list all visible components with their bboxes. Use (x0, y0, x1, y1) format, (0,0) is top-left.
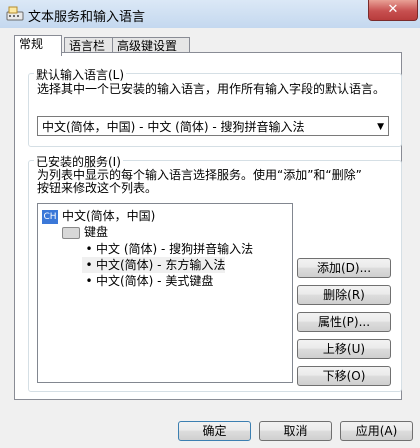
close-button[interactable]: ✕ (368, 0, 418, 21)
bullet-icon: • (85, 274, 93, 288)
bullet-icon: • (85, 242, 93, 256)
title-bar: 文本服务和输入语言 ✕ (0, 0, 420, 28)
tree-item-label: 中文(简体) - 东方输入法 (96, 258, 226, 272)
installed-services-tree[interactable]: CH 中文(简体，中国) 键盘 • 中文 (简体) - 搜狗拼音输入法 • 中文(简体… (37, 203, 293, 383)
chevron-down-icon: ▼ (377, 122, 384, 132)
bullet-icon: • (85, 258, 93, 272)
chinese-language-icon: CH (42, 209, 58, 224)
tree-item-dongfang[interactable]: • 中文(简体) - 东方输入法 (82, 257, 226, 273)
default-language-dropdown[interactable]: 中文(简体，中国) - 中文 (简体) - 搜狗拼音输入法 ▼ (37, 116, 389, 136)
dialog-window: 文本服务和输入语言 ✕ 常规 语言栏 高级键设置 默认输入语言(L) 选择其中一… (0, 0, 420, 448)
properties-button[interactable]: 属性(P)... (297, 312, 391, 332)
tree-keyboard-node[interactable]: 键盘 (62, 224, 108, 240)
cancel-button[interactable]: 取消 (259, 421, 332, 441)
tab-general[interactable]: 常规 (14, 35, 62, 56)
installed-services-description-1: 为列表中显示的每个输入语言选择服务。使用“添加”和“删除” (37, 168, 362, 182)
ok-button[interactable]: 确定 (178, 421, 251, 441)
move-up-button[interactable]: 上移(U) (297, 339, 391, 359)
tree-item-label: 中文 (简体) - 搜狗拼音输入法 (96, 242, 254, 256)
remove-button[interactable]: 删除(R) (297, 285, 391, 305)
tree-item-us-keyboard[interactable]: • 中文(简体) - 美式键盘 (82, 273, 213, 289)
tree-language-label: 中文(简体，中国) (62, 209, 156, 223)
default-language-selected: 中文(简体，中国) - 中文 (简体) - 搜狗拼音输入法 (42, 120, 305, 134)
tree-item-label: 中文(简体) - 美式键盘 (96, 274, 214, 288)
window-title: 文本服务和输入语言 (28, 10, 146, 25)
tree-language-node[interactable]: CH 中文(简体，中国) (42, 208, 155, 224)
tree-item-sogou[interactable]: • 中文 (简体) - 搜狗拼音输入法 (82, 241, 253, 257)
apply-button[interactable]: 应用(A) (340, 421, 413, 441)
installed-services-description-2: 按钮来修改这个列表。 (37, 181, 158, 195)
move-down-button[interactable]: 下移(O) (297, 366, 391, 386)
add-button[interactable]: 添加(D)... (297, 258, 391, 278)
tree-keyboard-label: 键盘 (84, 225, 109, 239)
keyboard-icon (62, 226, 80, 239)
keyboard-app-icon (6, 6, 24, 21)
default-language-label: 默认输入语言(L) (34, 66, 127, 83)
default-language-description: 选择其中一个已安装的输入语言，用作所有输入字段的默认语言。 (37, 82, 386, 96)
